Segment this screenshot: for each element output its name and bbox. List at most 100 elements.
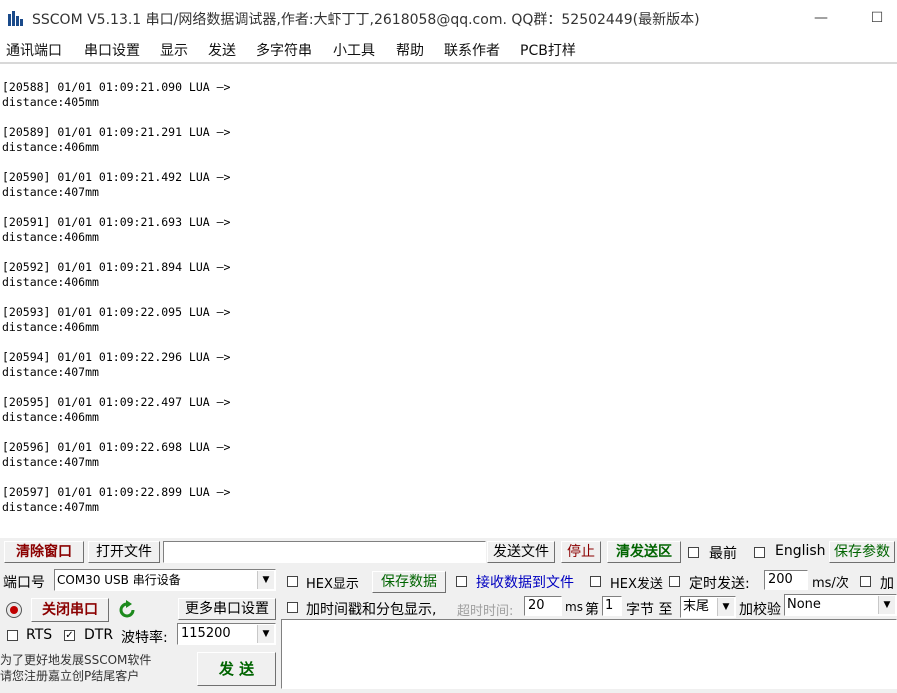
menu-serial-settings[interactable]: 串口设置: [84, 40, 140, 60]
timeout-input[interactable]: 20: [524, 596, 562, 616]
promo-line-2: 请您注册嘉立创P结尾客户: [0, 669, 140, 683]
log-header: [20593] 01/01 01:09:22.095 LUA —>: [2, 305, 231, 319]
log-entry: [20588] 01/01 01:09:21.090 LUA —> distanc…: [2, 80, 230, 110]
menu-send[interactable]: 发送: [208, 40, 236, 60]
byte-label: 字节 至: [626, 602, 673, 618]
log-entry: [20596] 01/01 01:09:22.698 LUA —> distanc…: [2, 440, 230, 470]
close-port-button[interactable]: 关闭串口: [31, 598, 109, 622]
log-entry: [20594] 01/01 01:09:22.296 LUA —> distanc…: [2, 350, 230, 380]
menu-pcb[interactable]: PCB打样: [520, 40, 576, 60]
timed-send-label: 定时发送:: [689, 576, 750, 592]
chevron-down-icon: ▼: [257, 571, 274, 589]
hex-send-checkbox[interactable]: [590, 576, 601, 587]
send-button[interactable]: 发 送: [197, 652, 276, 686]
clear-window-button[interactable]: 清除窗口: [4, 541, 84, 563]
log-body: distance:407mm: [2, 185, 99, 199]
topmost-label: 最前: [709, 546, 737, 562]
window-title: SSCOM V5.13.1 串口/网络数据调试器,作者:大虾丁丁,2618058…: [32, 12, 700, 28]
minimize-button[interactable]: —: [806, 4, 836, 32]
clear-send-button[interactable]: 清发送区: [607, 541, 681, 563]
log-entry: [20597] 01/01 01:09:22.899 LUA —> distanc…: [2, 485, 230, 515]
more-serial-settings-button[interactable]: 更多串口设置: [178, 598, 276, 620]
baud-value: 115200: [181, 626, 231, 641]
log-entry: [20593] 01/01 01:09:22.095 LUA —> distanc…: [2, 305, 230, 335]
menu-comm-port[interactable]: 通讯端口: [6, 40, 62, 60]
hex-send-label: HEX发送: [610, 577, 663, 592]
ms-per-label: ms/次: [812, 576, 849, 591]
timestamp-label: 加时间戳和分包显示,: [306, 602, 437, 618]
menu-multi-string[interactable]: 多字符串: [256, 40, 312, 60]
log-header: [20589] 01/01 01:09:21.291 LUA —>: [2, 125, 231, 139]
port-select[interactable]: COM30 USB 串行设备 ▼: [54, 569, 276, 591]
dtr-checkbox[interactable]: ✓: [64, 630, 75, 641]
save-data-button[interactable]: 保存数据: [372, 571, 446, 593]
menu-display[interactable]: 显示: [160, 40, 188, 60]
dtr-label: DTR: [84, 627, 114, 643]
rts-label: RTS: [26, 627, 53, 643]
rts-checkbox[interactable]: [7, 630, 18, 641]
timed-send-checkbox[interactable]: [669, 576, 680, 587]
port-led-icon: [6, 602, 22, 618]
timestamp-checkbox[interactable]: [287, 602, 298, 613]
checksum-label: 加校验: [739, 602, 781, 618]
menu-help[interactable]: 帮助: [396, 40, 424, 60]
chevron-down-icon: ▼: [257, 625, 274, 643]
file-path-input[interactable]: [163, 541, 486, 563]
hex-display-checkbox[interactable]: [287, 576, 298, 587]
checksum-value: None: [787, 597, 821, 612]
baud-label: 波特率:: [121, 630, 168, 646]
maximize-button[interactable]: ☐: [862, 4, 892, 32]
baud-select[interactable]: 115200 ▼: [177, 623, 276, 645]
byte-no-label: 第: [585, 602, 599, 618]
log-header: [20597] 01/01 01:09:22.899 LUA —>: [2, 485, 231, 499]
english-checkbox[interactable]: [754, 547, 765, 558]
log-body: distance:406mm: [2, 275, 99, 289]
log-entry: [20589] 01/01 01:09:21.291 LUA —> distanc…: [2, 125, 230, 155]
topmost-checkbox[interactable]: [688, 547, 699, 558]
log-body: distance:407mm: [2, 365, 99, 379]
title-bar: SSCOM V5.13.1 串口/网络数据调试器,作者:大虾丁丁,2618058…: [0, 0, 897, 36]
menu-bar: 通讯端口 串口设置 显示 发送 多字符串 小工具 帮助 联系作者 PCB打样: [0, 36, 897, 62]
log-header: [20591] 01/01 01:09:21.693 LUA —>: [2, 215, 231, 229]
log-body: distance:406mm: [2, 230, 99, 244]
log-header: [20590] 01/01 01:09:21.492 LUA —>: [2, 170, 231, 184]
save-params-button[interactable]: 保存参数: [829, 541, 895, 563]
log-header: [20594] 01/01 01:09:22.296 LUA —>: [2, 350, 231, 364]
add-checkbox[interactable]: [860, 576, 871, 587]
ms-label: ms: [565, 600, 583, 614]
log-entry: [20595] 01/01 01:09:22.497 LUA —> distanc…: [2, 395, 230, 425]
promo-line-1: 为了更好地发展SSCOM软件: [0, 653, 152, 667]
timed-interval-input[interactable]: 200: [764, 570, 808, 590]
control-panel: 清除窗口 打开文件 发送文件 停止 清发送区 最前 English 保存参数 端…: [0, 538, 897, 693]
byte-end-value: 末尾: [683, 599, 710, 614]
log-header: [20595] 01/01 01:09:22.497 LUA —>: [2, 395, 231, 409]
port-label: 端口号: [3, 575, 45, 591]
byte-end-select[interactable]: 末尾 ▼: [680, 596, 736, 618]
log-body: distance:407mm: [2, 455, 99, 469]
log-body: distance:405mm: [2, 95, 99, 109]
byte-no-input[interactable]: 1: [602, 596, 622, 616]
refresh-icon[interactable]: [116, 599, 138, 621]
log-entry: [20592] 01/01 01:09:21.894 LUA —> distanc…: [2, 260, 230, 290]
recv-to-file-checkbox[interactable]: [456, 576, 467, 587]
menu-contact-author[interactable]: 联系作者: [444, 40, 500, 60]
send-text-area[interactable]: [281, 619, 897, 689]
receive-output-area[interactable]: [20588] 01/01 01:09:21.090 LUA —> distanc…: [0, 64, 897, 538]
stop-button[interactable]: 停止: [561, 541, 601, 563]
open-file-button[interactable]: 打开文件: [88, 541, 160, 563]
log-body: distance:406mm: [2, 140, 99, 154]
add-label: 加: [880, 576, 894, 592]
log-header: [20596] 01/01 01:09:22.698 LUA —>: [2, 440, 231, 454]
send-file-button[interactable]: 发送文件: [487, 541, 555, 563]
checksum-select[interactable]: None ▼: [784, 594, 897, 616]
chevron-down-icon: ▼: [717, 598, 734, 616]
log-body: distance:407mm: [2, 500, 99, 514]
log-entry: [20591] 01/01 01:09:21.693 LUA —> distanc…: [2, 215, 230, 245]
log-body: distance:406mm: [2, 410, 99, 424]
menu-tools[interactable]: 小工具: [333, 40, 375, 60]
log-body: distance:406mm: [2, 320, 99, 334]
hex-display-label: HEX显示: [306, 577, 359, 592]
log-entry: [20590] 01/01 01:09:21.492 LUA —> distanc…: [2, 170, 230, 200]
chevron-down-icon: ▼: [878, 596, 895, 614]
recv-to-file-label[interactable]: 接收数据到文件: [476, 572, 574, 592]
